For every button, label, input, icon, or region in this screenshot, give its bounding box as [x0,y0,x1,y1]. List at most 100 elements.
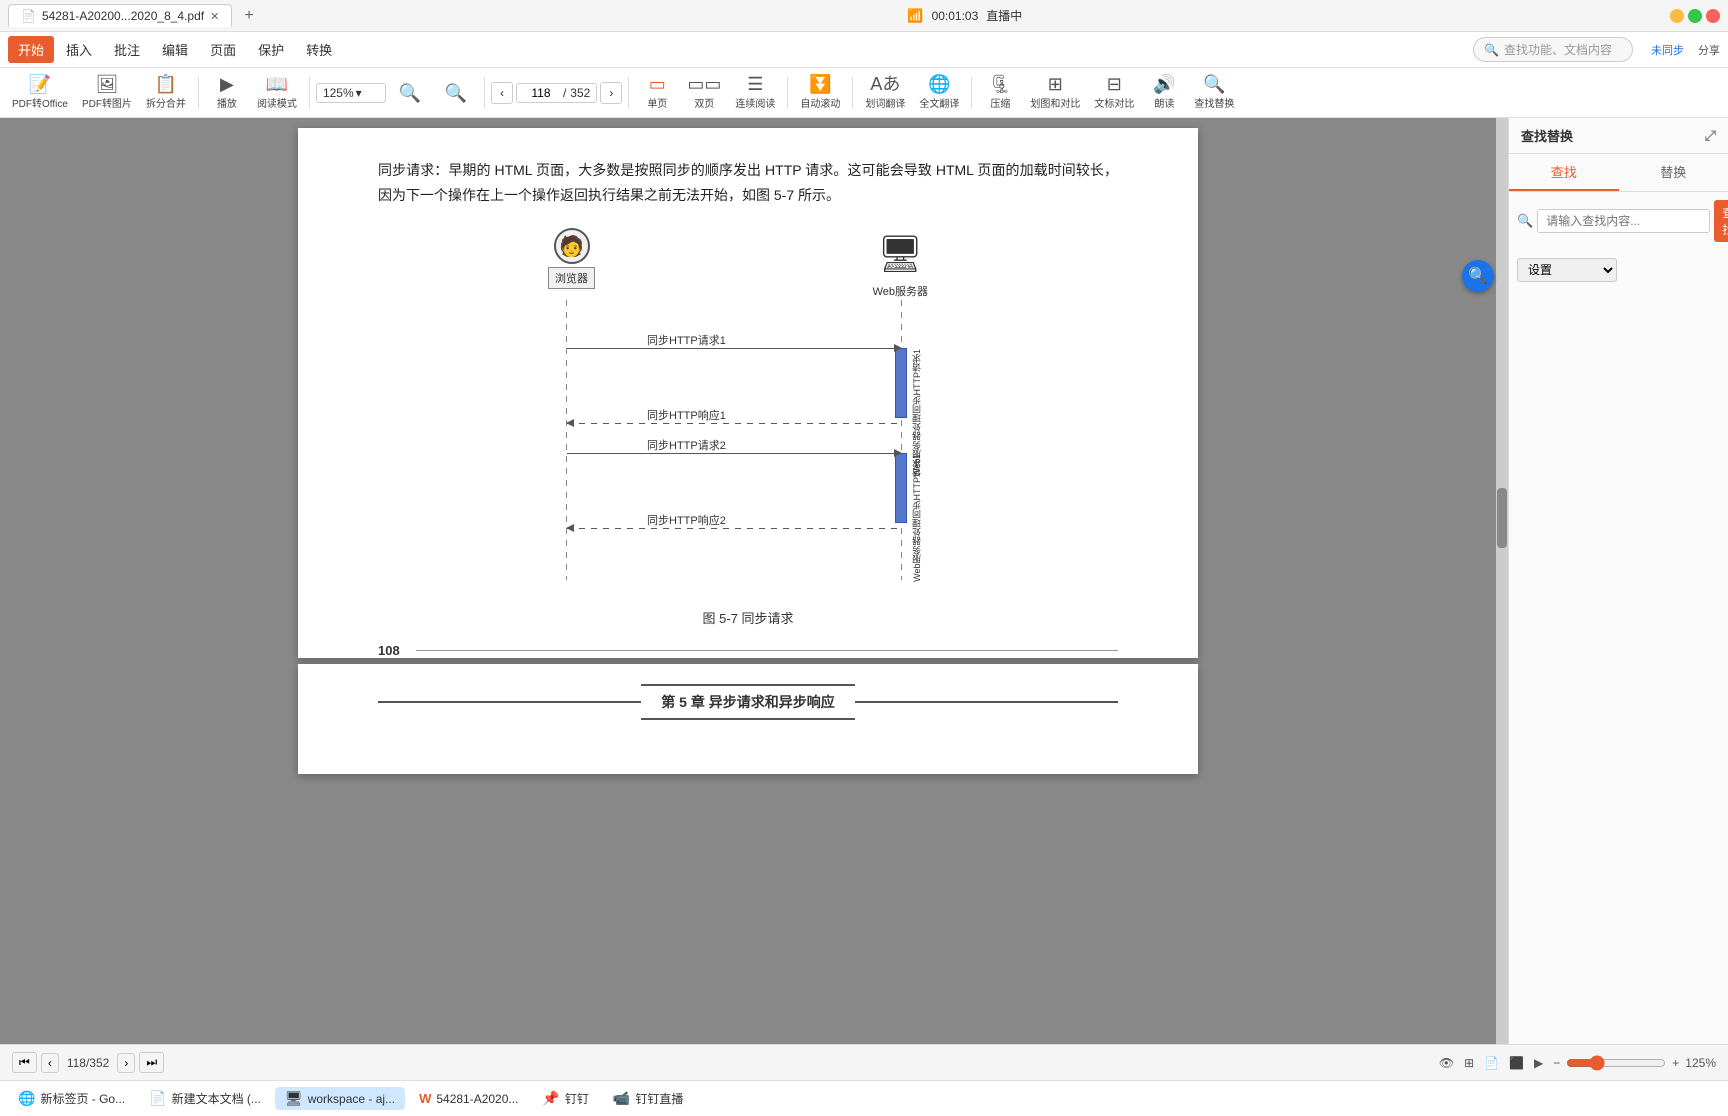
menu-convert[interactable]: 转换 [296,36,342,63]
read-aloud-icon: 🔊 [1153,75,1175,93]
zoom-in-status[interactable]: + [1672,1056,1679,1070]
status-right-tools: 👁 ⊞ 📄 ⬛ ▶ − + 125% [1439,1055,1716,1071]
taskbar-pdf-icon: W [419,1091,431,1106]
zoom-box[interactable]: 125% ▾ [316,83,386,103]
title-center: 📶 00:01:03 直播中 [266,7,1664,24]
new-tab-button[interactable]: + [238,7,259,25]
share-button[interactable]: 分享 [1698,42,1720,58]
taskbar-textdoc-label: 新建文本文档 (... [172,1090,261,1107]
sync-button[interactable]: 未同步 [1651,42,1684,58]
compare-label: 划图和对比 [1030,95,1080,110]
page-number-input[interactable] [523,86,559,100]
zoom-slider[interactable] [1566,1055,1666,1071]
panel-header: 查找替换 ⤢ [1509,118,1728,154]
thumbnail-icon[interactable]: ⊞ [1464,1056,1474,1070]
zoom-out-button[interactable]: 🔍 [434,81,478,105]
split-view-icon[interactable]: ⬛ [1509,1056,1524,1070]
search-go-button[interactable]: 查找 [1714,200,1728,242]
menu-edit[interactable]: 编辑 [152,36,198,63]
compress-button[interactable]: 🗜 压缩 [978,72,1022,113]
auto-scroll-group: ⏬ 自动滚动 [794,72,846,113]
search-input[interactable] [1537,209,1710,233]
single-page-label: 单页 [647,95,667,110]
read-aloud-button[interactable]: 🔊 朗读 [1142,72,1186,113]
para-text: 同步请求：早期的 HTML 页面，大多数是按照同步的顺序发出 HTTP 请求。这… [378,162,1118,203]
floating-action-button[interactable]: 🔍 [1462,260,1494,292]
tab-find-label: 查找 [1551,165,1577,180]
scrollbar-thumb[interactable] [1497,488,1507,548]
settings-select[interactable]: 设置 [1517,258,1617,282]
continuous-icon: ☰ [747,75,763,93]
play-status-icon[interactable]: ▶ [1534,1056,1543,1070]
msg-request-1: 同步HTTP请求1 [567,348,901,349]
tab-find[interactable]: 查找 [1509,154,1619,191]
compare-button[interactable]: ⊞ 划图和对比 [1024,72,1086,113]
page-total: 352 [570,86,590,100]
maximize-button[interactable] [1688,9,1702,23]
compare2-button[interactable]: ⊟ 文标对比 [1088,72,1140,113]
active-tab[interactable]: 📄 54281-A20200...2020_8_4.pdf ✕ [8,4,232,27]
last-page-button[interactable]: ⏭ [139,1052,164,1073]
taskbar-item-workspace[interactable]: 🖥 workspace - aj... [275,1087,405,1110]
full-translate-button[interactable]: 🌐 全文翻译 [913,72,965,113]
find-replace-button[interactable]: 🔍 查找替换 [1188,72,1240,113]
toolbar: 📝 PDF转Office 🖼 PDF转图片 📋 拆分合并 ▶ 播放 📖 阅读模式… [0,68,1728,118]
taskbar-item-livestream[interactable]: 📹 钉钉直播 [603,1087,693,1110]
taskbar-item-textdoc[interactable]: 📄 新建文本文档 (... [139,1087,271,1110]
read-icon: 📖 [266,75,288,93]
main-scrollbar[interactable] [1496,118,1508,1044]
menu-protect[interactable]: 保护 [248,36,294,63]
document-icon[interactable]: 📄 [1484,1056,1499,1070]
status-page-total: 352 [89,1056,109,1070]
double-page-icon: ▭▭ [687,75,721,93]
menu-insert[interactable]: 插入 [56,36,102,63]
page-number-area: 108 [378,643,1118,658]
taskbar-item-dingding[interactable]: 📌 钉钉 [532,1087,598,1110]
view-icon[interactable]: 👁 [1439,1056,1454,1070]
compress-group: 🗜 压缩 ⊞ 划图和对比 ⊟ 文标对比 🔊 朗读 🔍 查找替换 [978,72,1240,113]
first-page-button[interactable]: ⏮ [12,1052,37,1073]
taskbar-livestream-label: 钉钉直播 [635,1090,683,1107]
continuous-read-button[interactable]: ☰ 连续阅读 [729,72,781,113]
pdf-to-office-button[interactable]: 📝 PDF转Office [6,72,74,113]
prev-page-button[interactable]: ‹ [491,82,513,104]
server-label: Web服务器 [873,283,928,299]
compress-label: 压缩 [990,95,1010,110]
menu-page[interactable]: 页面 [200,36,246,63]
msg-label-res2: 同步HTTP响应2 [647,512,726,528]
full-translate-label: 全文翻译 [919,95,959,110]
zoom-in-button[interactable]: 🔍 [388,81,432,105]
pdf-to-image-button[interactable]: 🖼 PDF转图片 [76,72,138,113]
stream-time: 00:01:03 [932,9,979,23]
double-page-button[interactable]: ▭▭ 双页 [681,72,727,113]
split-merge-button[interactable]: 📋 拆分合并 [140,72,192,113]
read-mode-button[interactable]: 📖 阅读模式 [251,72,303,113]
word-translate-button[interactable]: Aあ 划词翻译 [859,72,911,113]
menu-annotate[interactable]: 批注 [104,36,150,63]
toolbar-separator-3 [484,77,485,109]
pdf-office-icon: 📝 [29,75,51,93]
zoom-out-status[interactable]: − [1553,1056,1560,1070]
pdf-page-118: 同步请求：早期的 HTML 页面，大多数是按照同步的顺序发出 HTTP 请求。这… [298,128,1198,658]
menu-search-box[interactable]: 🔍 查找功能、文档内容 [1473,37,1633,62]
close-button[interactable] [1706,9,1720,23]
menu-right-actions: 未同步 分享 [1651,42,1720,58]
next-page-button[interactable]: › [600,82,622,104]
diagram-caption: 图 5-7 同步请求 [702,608,793,627]
tab-replace[interactable]: 替换 [1619,154,1728,191]
server-icon: 🖥 [874,228,926,280]
prev-page-status-button[interactable]: ‹ [41,1053,59,1073]
zoom-dropdown-icon[interactable]: ▾ [356,86,362,100]
pdf-viewer[interactable]: 同步请求：早期的 HTML 页面，大多数是按照同步的顺序发出 HTTP 请求。这… [0,118,1496,1044]
taskbar-item-pdf[interactable]: W 54281-A2020... [409,1088,528,1109]
next-page-status-button[interactable]: › [117,1053,135,1073]
play-button[interactable]: ▶ 播放 [205,72,249,113]
page-paragraph: 同步请求：早期的 HTML 页面，大多数是按照同步的顺序发出 HTTP 请求。这… [378,158,1118,208]
panel-expand-icon[interactable]: ⤢ [1705,127,1716,144]
auto-scroll-button[interactable]: ⏬ 自动滚动 [794,72,846,113]
menu-start[interactable]: 开始 [8,36,54,63]
taskbar-item-browser[interactable]: 🌐 新标签页 - Go... [8,1087,135,1110]
tab-close-button[interactable]: ✕ [210,10,219,23]
single-page-button[interactable]: ▭ 单页 [635,72,679,113]
minimize-button[interactable] [1670,9,1684,23]
